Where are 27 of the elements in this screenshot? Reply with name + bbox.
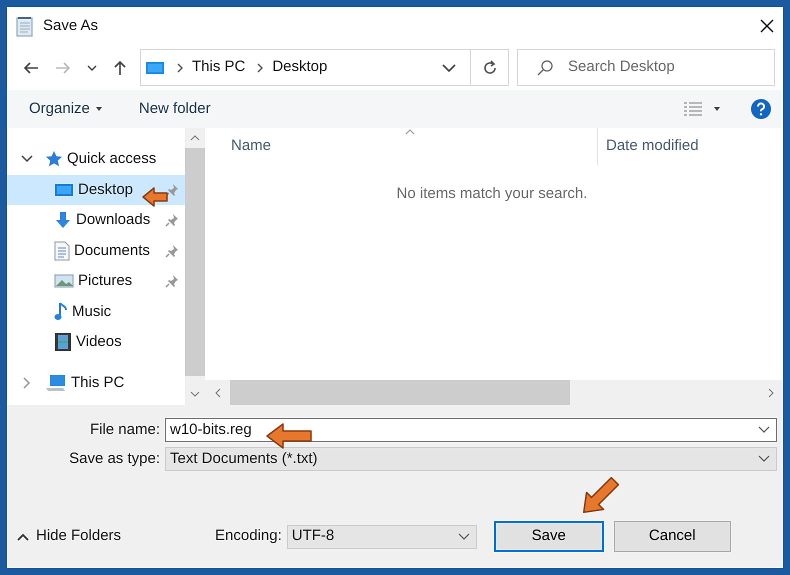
sidebar-item[interactable]: Desktop — [7, 174, 185, 205]
sidebar-item[interactable]: This PC — [7, 368, 185, 398]
window-title: Save As — [43, 16, 98, 36]
column-header[interactable]: Date modified — [598, 128, 699, 165]
column-header[interactable]: Name — [205, 128, 598, 165]
save-button[interactable]: Save — [494, 521, 604, 552]
search-placeholder: Search Desktop — [568, 57, 675, 78]
empty-message: No items match your search. — [396, 184, 588, 204]
encoding-dropdown[interactable]: UTF-8 — [286, 524, 477, 548]
sidebar-item[interactable]: Music — [7, 296, 185, 327]
sidebar-item[interactable]: Documents — [7, 236, 185, 266]
hide-folders-button[interactable]: Hide Folders — [17, 525, 122, 548]
organize-menu[interactable]: Organize — [29, 98, 103, 120]
sidebar-item[interactable]: Quick access — [7, 144, 185, 174]
new-folder-button[interactable]: New folder — [138, 98, 211, 120]
cancel-button[interactable]: Cancel — [614, 521, 731, 552]
field-label: Encoding: — [215, 526, 282, 546]
sidebar-item[interactable]: Videos — [7, 327, 185, 358]
breadcrumb-item[interactable]: Desktop — [272, 56, 328, 79]
breadcrumb-item[interactable]: This PC — [192, 56, 246, 79]
sidebar-item[interactable]: Pictures — [7, 266, 185, 296]
field-label: Save as type: — [68, 448, 160, 469]
search-field[interactable]: Search Desktop — [517, 49, 775, 86]
field-label: File name: — [88, 420, 160, 440]
file-type-dropdown[interactable]: Text Documents (*.txt) — [165, 447, 777, 471]
file-name-field[interactable]: w10-bits.reg — [165, 418, 777, 442]
sidebar-item[interactable]: Downloads — [7, 205, 185, 236]
